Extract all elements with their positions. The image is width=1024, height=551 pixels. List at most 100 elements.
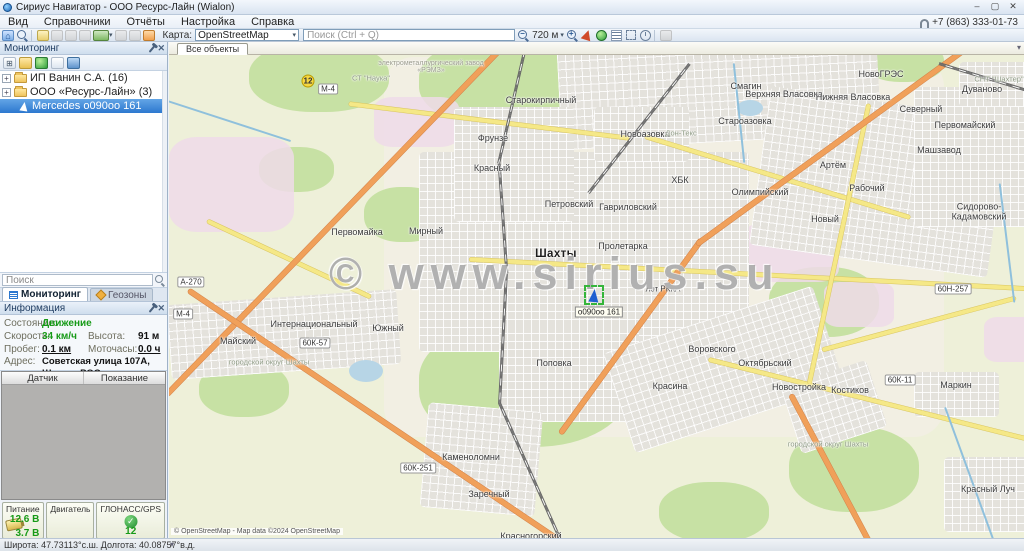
minimize-button[interactable]: – <box>968 0 986 13</box>
zoom-scale-select[interactable]: 720 м ▾ <box>532 30 564 41</box>
coordinates-readout: Широта: 47.73113°с.ш. Долгота: 40.08757°… <box>4 540 195 550</box>
tab-geofences[interactable]: Геозоны <box>90 288 154 301</box>
menu-item[interactable]: Настройка <box>173 15 243 29</box>
map-place-label: Костиков <box>831 385 869 395</box>
legend-icon[interactable] <box>611 30 622 41</box>
mileage-value[interactable]: 0.1 км <box>42 343 71 356</box>
map-place-label: Старокирпичный <box>506 95 577 105</box>
settings-search-icon[interactable] <box>51 57 64 69</box>
map-tab-dropdown-icon[interactable]: ▾ <box>1017 43 1021 52</box>
info-speed-row: Скорость: 34 км/ч Высота: 91 м <box>4 330 163 343</box>
edit-icon[interactable] <box>37 30 49 41</box>
pin-icon[interactable] <box>149 305 156 312</box>
map-place-label: Интернациональный <box>270 319 357 329</box>
window-title: Сириус Навигатор - ООО Ресурс-Лайн (Wial… <box>16 2 234 13</box>
location-flag-icon[interactable] <box>581 29 594 42</box>
pin-icon[interactable] <box>149 45 156 52</box>
zoom-out-icon[interactable]: − <box>518 30 529 41</box>
close-button[interactable]: ✕ <box>1004 0 1022 13</box>
follow-unit-icon[interactable]: ⌂ <box>2 30 14 41</box>
sensors-table-header: Датчик Показание <box>2 372 165 385</box>
show-all-on-map-icon[interactable] <box>35 57 48 69</box>
menu-item[interactable]: Справочники <box>36 15 119 29</box>
map-place-label: Красный Луч <box>961 484 1015 494</box>
map-tab-all-objects[interactable]: Все объекты <box>177 43 248 55</box>
units-dropdown-arrow[interactable]: ▾ <box>109 31 113 39</box>
map-place-label: Первомайский <box>935 120 996 130</box>
messages-icon[interactable] <box>129 30 141 41</box>
map-place-label: Поповка <box>536 358 571 368</box>
vehicle-arrow-icon <box>588 288 599 302</box>
menu-bar: ВидСправочникиОтчётыНастройкаСправка +7 … <box>0 15 1024 29</box>
global-search-input[interactable] <box>303 29 515 41</box>
map[interactable]: СмагинНовоГРЭСВерхняя ВласовкаНижняя Вла… <box>169 42 1024 538</box>
map-place-label: Красногорский <box>500 531 561 538</box>
sensors-col-value[interactable]: Показание <box>84 372 165 384</box>
road-shield: 60К-251 <box>400 463 436 474</box>
status-boxes: Питание 12.6 В 3.7 В Двигатель ГЛОНАСС/G… <box>0 500 167 541</box>
add-group-icon[interactable]: ⊞ <box>3 57 16 69</box>
gps-label: ГЛОНАСС/GPS <box>100 504 161 514</box>
table-icon[interactable] <box>115 30 127 41</box>
fit-bounds-icon[interactable] <box>626 30 636 40</box>
map-place-label: Новостройка <box>772 382 826 392</box>
coordinates-dropdown-icon[interactable]: ▾ <box>170 539 174 551</box>
vehicle-icon <box>19 101 28 111</box>
tree-row[interactable]: +ООО «Ресурс-Лайн» (3) <box>0 85 167 99</box>
zoom-in-icon[interactable]: + <box>567 30 578 41</box>
tree-row[interactable]: +ИП Ванин С.А. (16) <box>0 71 167 85</box>
map-place-label: Дон-Текс <box>665 129 696 138</box>
route-icon[interactable] <box>65 30 77 41</box>
units-truck-icon[interactable] <box>93 30 109 41</box>
tree-scrollbar[interactable] <box>162 71 167 272</box>
expander-icon[interactable]: + <box>2 74 11 83</box>
expander-icon[interactable]: + <box>2 88 11 97</box>
map-place-label: Первомайка <box>331 227 383 237</box>
map-source-select[interactable]: OpenStreetMap ▾ <box>195 29 299 41</box>
app-window: Сириус Навигатор - ООО Ресурс-Лайн (Wial… <box>0 0 1024 551</box>
state-value: Движение <box>42 317 92 330</box>
watermark: © www.sirius.su <box>329 248 781 300</box>
tab-geofences-label: Геозоны <box>108 290 147 301</box>
satellites-count: 12 <box>97 526 164 537</box>
ruler-icon[interactable] <box>51 30 63 41</box>
engine-hours-label: Моточасы: <box>88 343 137 356</box>
binoculars-icon[interactable] <box>67 57 80 69</box>
globe-icon[interactable] <box>596 30 607 41</box>
menu-item[interactable]: Справка <box>243 15 302 29</box>
search-icon[interactable] <box>17 30 28 41</box>
search-icon[interactable] <box>155 275 165 285</box>
mileage-label: Пробег: <box>4 344 40 355</box>
tree-row[interactable]: Mercedes о090оо 161 <box>0 99 167 113</box>
map-place-label: Фрунзе <box>478 133 508 143</box>
engine-label: Двигатель <box>50 504 90 514</box>
menu-item[interactable]: Вид <box>0 15 36 29</box>
panel-close-icon[interactable]: ✕ <box>157 302 165 315</box>
map-place-label: Староазовка <box>718 116 771 126</box>
sensors-col-name[interactable]: Датчик <box>2 372 84 384</box>
sidebar-search-row <box>0 273 167 288</box>
list-icon <box>9 291 18 299</box>
panel-close-icon[interactable]: ✕ <box>157 42 165 55</box>
window-controls: – ▢ ✕ <box>968 0 1022 13</box>
access-keys-icon[interactable] <box>19 57 32 69</box>
clock-icon[interactable] <box>640 30 651 41</box>
reports-icon[interactable] <box>143 30 155 41</box>
map-place-label: Нижняя Власовка <box>816 92 891 102</box>
map-place-label: Красина <box>653 381 688 391</box>
toolbar-separator <box>654 30 655 41</box>
tab-monitoring[interactable]: Мониторинг <box>2 287 88 301</box>
extra-tool-icon[interactable] <box>660 30 672 41</box>
select-area-icon[interactable] <box>79 30 91 41</box>
map-place-label: СНТ "Шахтер" <box>974 75 1023 84</box>
info-state-row: Состояние: Движение <box>4 317 163 330</box>
map-place-label: Новый <box>811 214 839 224</box>
headset-icon <box>920 19 929 26</box>
menu-item[interactable]: Отчёты <box>119 15 173 29</box>
maximize-button[interactable]: ▢ <box>986 0 1004 13</box>
vehicle-marker[interactable] <box>584 285 604 305</box>
sidebar-search-input[interactable] <box>2 274 153 286</box>
map-place-label: Новоазовка <box>620 129 669 139</box>
toolbar-separator <box>31 30 32 41</box>
engine-hours-value[interactable]: 0.0 ч <box>138 343 161 356</box>
